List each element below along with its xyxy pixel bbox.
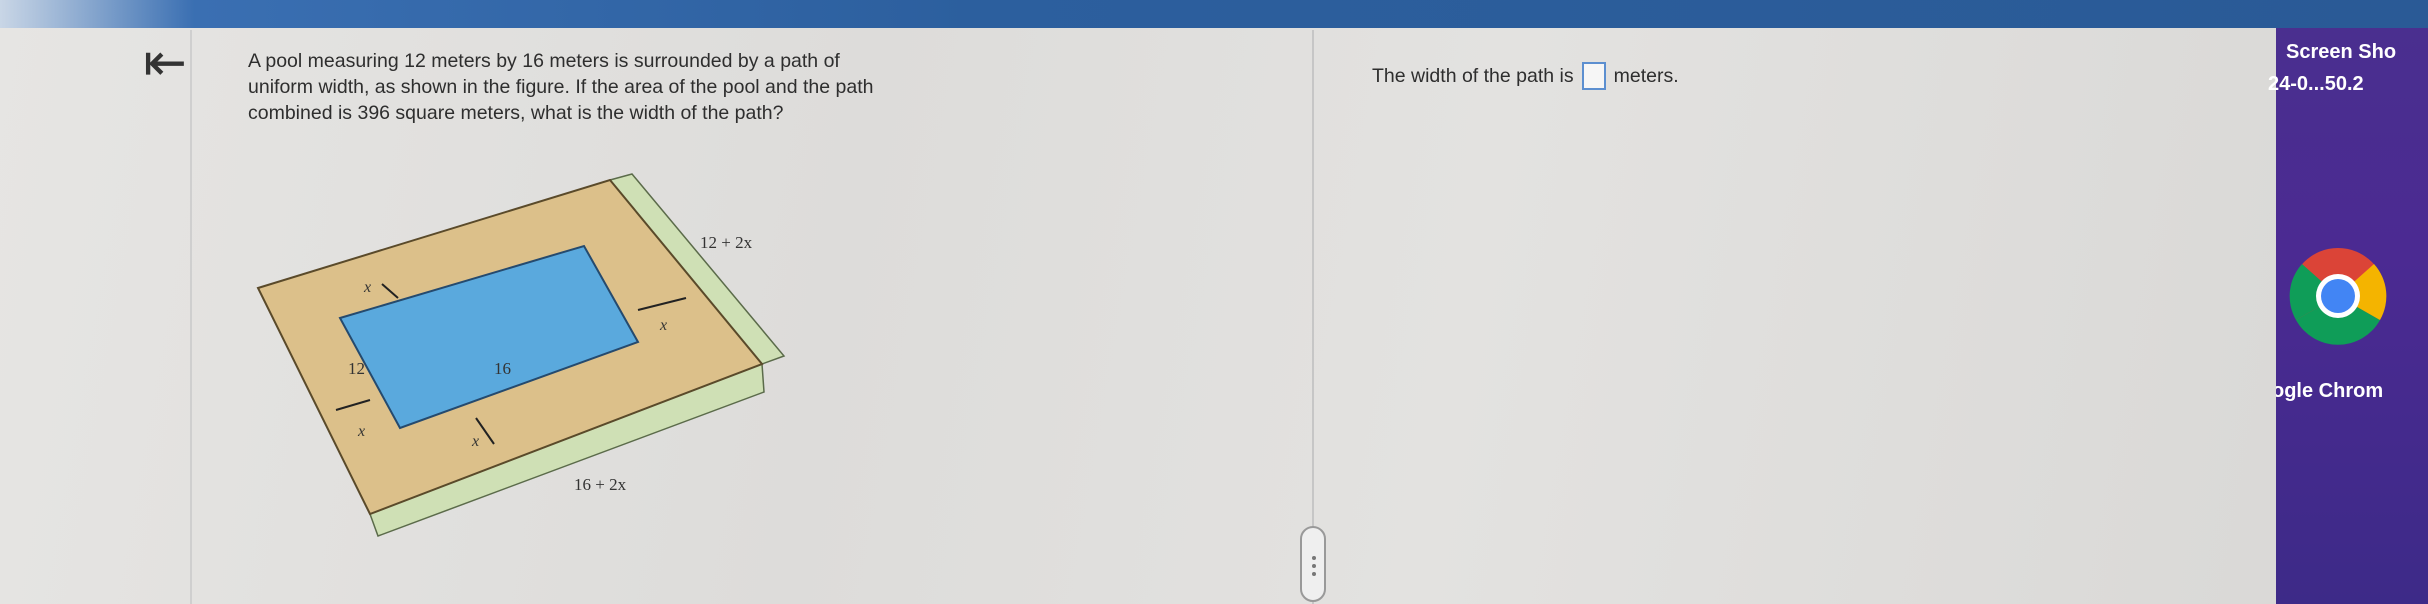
question-line-1: A pool measuring 12 meters by 16 meters … xyxy=(248,50,840,72)
answer-prefix: The width of the path is xyxy=(1372,64,1574,87)
label-pool-width: 12 xyxy=(348,359,365,378)
answer-row: The width of the path is meters. xyxy=(1372,62,1679,90)
question-line-2: uniform width, as shown in the figure. I… xyxy=(248,76,874,98)
answer-suffix: meters. xyxy=(1613,64,1679,87)
chrome-icon[interactable] xyxy=(2288,246,2388,346)
left-panel-border xyxy=(190,30,192,604)
screen: ⇤ A pool measuring 12 meters by 16 meter… xyxy=(0,0,2428,604)
panel-divider xyxy=(1312,30,1314,604)
label-path-left: x xyxy=(357,423,365,440)
dock-item-screenshot-line1: Screen Sho xyxy=(2286,41,2397,63)
dock-item-screenshot[interactable]: Screen Sho 24-0...50.2 xyxy=(2262,36,2428,100)
label-outer-length: 16 + 2x xyxy=(574,475,627,494)
divider-drag-handle[interactable] xyxy=(1300,526,1326,602)
label-path-right: x xyxy=(659,317,667,334)
top-bar xyxy=(0,0,2428,28)
label-path-bottom: x xyxy=(471,433,479,450)
dock-item-chrome-label: ogle Chrom xyxy=(2276,380,2384,402)
question-text: A pool measuring 12 meters by 16 meters … xyxy=(248,48,1208,126)
back-arrow-icon[interactable]: ⇤ xyxy=(133,37,197,89)
answer-input[interactable] xyxy=(1581,62,1606,90)
label-pool-length: 16 xyxy=(494,359,511,378)
pool-figure: 12 + 2x 12 16 x x x x 16 + 2x xyxy=(256,173,786,537)
question-line-3: combined is 396 square meters, what is t… xyxy=(248,102,784,124)
dock-item-screenshot-line2: 24-0...50.2 xyxy=(2268,73,2364,95)
label-path-top: x xyxy=(363,279,371,296)
label-outer-width: 12 + 2x xyxy=(700,233,753,252)
